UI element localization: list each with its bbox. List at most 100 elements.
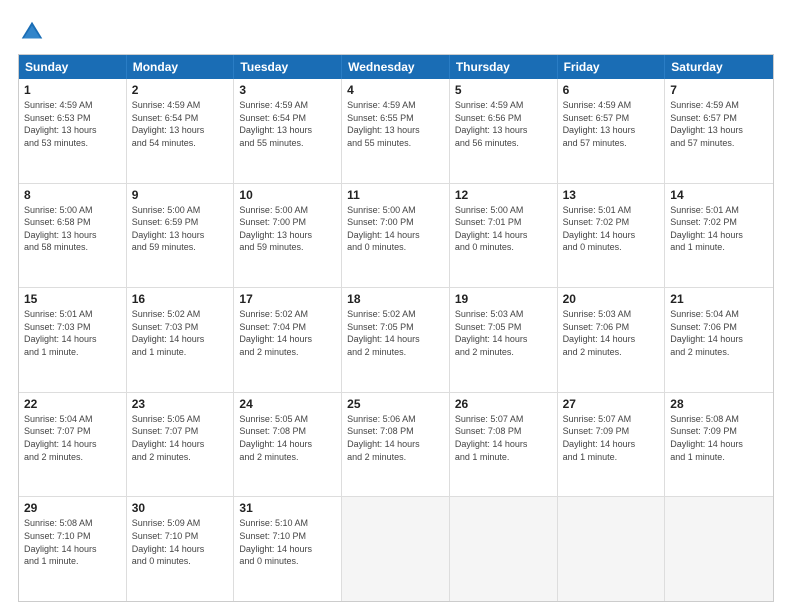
day-number: 15 bbox=[24, 292, 121, 306]
calendar-cell: 19 Sunrise: 5:03 AM Sunset: 7:05 PM Dayli… bbox=[450, 288, 558, 392]
calendar-cell: 10 Sunrise: 5:00 AM Sunset: 7:00 PM Dayli… bbox=[234, 184, 342, 288]
calendar-cell: 26 Sunrise: 5:07 AM Sunset: 7:08 PM Dayli… bbox=[450, 393, 558, 497]
calendar-cell: 14 Sunrise: 5:01 AM Sunset: 7:02 PM Dayli… bbox=[665, 184, 773, 288]
calendar-cell: 6 Sunrise: 4:59 AM Sunset: 6:57 PM Daylig… bbox=[558, 79, 666, 183]
day-number: 6 bbox=[563, 83, 660, 97]
day-number: 3 bbox=[239, 83, 336, 97]
calendar-cell: 21 Sunrise: 5:04 AM Sunset: 7:06 PM Dayli… bbox=[665, 288, 773, 392]
logo bbox=[18, 18, 48, 46]
calendar-cell: 1 Sunrise: 4:59 AM Sunset: 6:53 PM Daylig… bbox=[19, 79, 127, 183]
header bbox=[18, 18, 774, 46]
day-details: Sunrise: 5:00 AM Sunset: 7:01 PM Dayligh… bbox=[455, 204, 552, 254]
day-number: 20 bbox=[563, 292, 660, 306]
day-number: 27 bbox=[563, 397, 660, 411]
day-number: 2 bbox=[132, 83, 229, 97]
calendar-cell: 30 Sunrise: 5:09 AM Sunset: 7:10 PM Dayli… bbox=[127, 497, 235, 601]
calendar-cell: 16Sunrise: 5:02 AM Sunset: 7:03 PM Dayli… bbox=[127, 288, 235, 392]
day-number: 12 bbox=[455, 188, 552, 202]
calendar-header-row: SundayMondayTuesdayWednesdayThursdayFrid… bbox=[19, 55, 773, 79]
calendar-cell: 4Sunrise: 4:59 AM Sunset: 6:55 PM Daylig… bbox=[342, 79, 450, 183]
day-details: Sunrise: 5:04 AM Sunset: 7:06 PM Dayligh… bbox=[670, 308, 768, 358]
calendar: SundayMondayTuesdayWednesdayThursdayFrid… bbox=[18, 54, 774, 602]
day-number: 24 bbox=[239, 397, 336, 411]
calendar-cell: 20 Sunrise: 5:03 AM Sunset: 7:06 PM Dayli… bbox=[558, 288, 666, 392]
calendar-week-4: 22 Sunrise: 5:04 AM Sunset: 7:07 PM Dayli… bbox=[19, 392, 773, 497]
day-number: 14 bbox=[670, 188, 768, 202]
calendar-body: 1 Sunrise: 4:59 AM Sunset: 6:53 PM Daylig… bbox=[19, 79, 773, 601]
header-cell-saturday: Saturday bbox=[665, 55, 773, 79]
calendar-cell: 13 Sunrise: 5:01 AM Sunset: 7:02 PM Dayli… bbox=[558, 184, 666, 288]
day-number: 17 bbox=[239, 292, 336, 306]
day-number: 1 bbox=[24, 83, 121, 97]
calendar-cell: 18 Sunrise: 5:02 AM Sunset: 7:05 PM Dayli… bbox=[342, 288, 450, 392]
day-details: Sunrise: 4:59 AM Sunset: 6:56 PM Dayligh… bbox=[455, 99, 552, 149]
day-number: 22 bbox=[24, 397, 121, 411]
day-number: 11 bbox=[347, 188, 444, 202]
day-details: Sunrise: 5:10 AM Sunset: 7:10 PM Dayligh… bbox=[239, 517, 336, 567]
day-number: 13 bbox=[563, 188, 660, 202]
calendar-cell: 29 Sunrise: 5:08 AM Sunset: 7:10 PM Dayli… bbox=[19, 497, 127, 601]
calendar-cell: 22 Sunrise: 5:04 AM Sunset: 7:07 PM Dayli… bbox=[19, 393, 127, 497]
calendar-cell bbox=[342, 497, 450, 601]
calendar-cell: 2 Sunrise: 4:59 AM Sunset: 6:54 PM Daylig… bbox=[127, 79, 235, 183]
day-details: Sunrise: 4:59 AM Sunset: 6:54 PM Dayligh… bbox=[239, 99, 336, 149]
page: SundayMondayTuesdayWednesdayThursdayFrid… bbox=[0, 0, 792, 612]
calendar-cell bbox=[450, 497, 558, 601]
day-details: Sunrise: 5:02 AM Sunset: 7:04 PM Dayligh… bbox=[239, 308, 336, 358]
day-number: 25 bbox=[347, 397, 444, 411]
day-details: Sunrise: 5:07 AM Sunset: 7:08 PM Dayligh… bbox=[455, 413, 552, 463]
day-details: Sunrise: 5:00 AM Sunset: 6:59 PM Dayligh… bbox=[132, 204, 229, 254]
calendar-cell: 31Sunrise: 5:10 AM Sunset: 7:10 PM Dayli… bbox=[234, 497, 342, 601]
day-details: Sunrise: 5:08 AM Sunset: 7:09 PM Dayligh… bbox=[670, 413, 768, 463]
day-details: Sunrise: 5:00 AM Sunset: 7:00 PM Dayligh… bbox=[347, 204, 444, 254]
calendar-cell: 28 Sunrise: 5:08 AM Sunset: 7:09 PM Dayli… bbox=[665, 393, 773, 497]
day-details: Sunrise: 5:05 AM Sunset: 7:08 PM Dayligh… bbox=[239, 413, 336, 463]
calendar-week-1: 1 Sunrise: 4:59 AM Sunset: 6:53 PM Daylig… bbox=[19, 79, 773, 183]
header-cell-friday: Friday bbox=[558, 55, 666, 79]
day-number: 7 bbox=[670, 83, 768, 97]
header-cell-monday: Monday bbox=[127, 55, 235, 79]
day-number: 5 bbox=[455, 83, 552, 97]
day-details: Sunrise: 4:59 AM Sunset: 6:54 PM Dayligh… bbox=[132, 99, 229, 149]
header-cell-tuesday: Tuesday bbox=[234, 55, 342, 79]
calendar-cell: 24 Sunrise: 5:05 AM Sunset: 7:08 PM Dayli… bbox=[234, 393, 342, 497]
day-number: 21 bbox=[670, 292, 768, 306]
day-details: Sunrise: 4:59 AM Sunset: 6:53 PM Dayligh… bbox=[24, 99, 121, 149]
header-cell-sunday: Sunday bbox=[19, 55, 127, 79]
header-cell-wednesday: Wednesday bbox=[342, 55, 450, 79]
calendar-cell: 11 Sunrise: 5:00 AM Sunset: 7:00 PM Dayli… bbox=[342, 184, 450, 288]
day-details: Sunrise: 5:08 AM Sunset: 7:10 PM Dayligh… bbox=[24, 517, 121, 567]
calendar-week-5: 29 Sunrise: 5:08 AM Sunset: 7:10 PM Dayli… bbox=[19, 496, 773, 601]
day-number: 29 bbox=[24, 501, 121, 515]
day-number: 28 bbox=[670, 397, 768, 411]
calendar-cell: 27 Sunrise: 5:07 AM Sunset: 7:09 PM Dayli… bbox=[558, 393, 666, 497]
day-details: Sunrise: 5:05 AM Sunset: 7:07 PM Dayligh… bbox=[132, 413, 229, 463]
day-details: Sunrise: 5:00 AM Sunset: 6:58 PM Dayligh… bbox=[24, 204, 121, 254]
day-number: 9 bbox=[132, 188, 229, 202]
day-details: Sunrise: 5:04 AM Sunset: 7:07 PM Dayligh… bbox=[24, 413, 121, 463]
day-details: Sunrise: 5:00 AM Sunset: 7:00 PM Dayligh… bbox=[239, 204, 336, 254]
day-details: Sunrise: 5:09 AM Sunset: 7:10 PM Dayligh… bbox=[132, 517, 229, 567]
day-number: 30 bbox=[132, 501, 229, 515]
day-details: Sunrise: 5:01 AM Sunset: 7:02 PM Dayligh… bbox=[563, 204, 660, 254]
header-cell-thursday: Thursday bbox=[450, 55, 558, 79]
day-number: 16 bbox=[132, 292, 229, 306]
day-number: 26 bbox=[455, 397, 552, 411]
day-details: Sunrise: 4:59 AM Sunset: 6:57 PM Dayligh… bbox=[563, 99, 660, 149]
day-details: Sunrise: 4:59 AM Sunset: 6:55 PM Dayligh… bbox=[347, 99, 444, 149]
day-number: 10 bbox=[239, 188, 336, 202]
day-number: 23 bbox=[132, 397, 229, 411]
day-details: Sunrise: 5:06 AM Sunset: 7:08 PM Dayligh… bbox=[347, 413, 444, 463]
day-details: Sunrise: 5:02 AM Sunset: 7:05 PM Dayligh… bbox=[347, 308, 444, 358]
day-details: Sunrise: 5:07 AM Sunset: 7:09 PM Dayligh… bbox=[563, 413, 660, 463]
day-details: Sunrise: 5:03 AM Sunset: 7:05 PM Dayligh… bbox=[455, 308, 552, 358]
day-number: 8 bbox=[24, 188, 121, 202]
day-number: 19 bbox=[455, 292, 552, 306]
day-details: Sunrise: 5:03 AM Sunset: 7:06 PM Dayligh… bbox=[563, 308, 660, 358]
day-details: Sunrise: 5:01 AM Sunset: 7:02 PM Dayligh… bbox=[670, 204, 768, 254]
calendar-cell: 17 Sunrise: 5:02 AM Sunset: 7:04 PM Dayli… bbox=[234, 288, 342, 392]
calendar-cell bbox=[665, 497, 773, 601]
day-number: 18 bbox=[347, 292, 444, 306]
calendar-cell: 25 Sunrise: 5:06 AM Sunset: 7:08 PM Dayli… bbox=[342, 393, 450, 497]
calendar-week-2: 8 Sunrise: 5:00 AM Sunset: 6:58 PM Daylig… bbox=[19, 183, 773, 288]
